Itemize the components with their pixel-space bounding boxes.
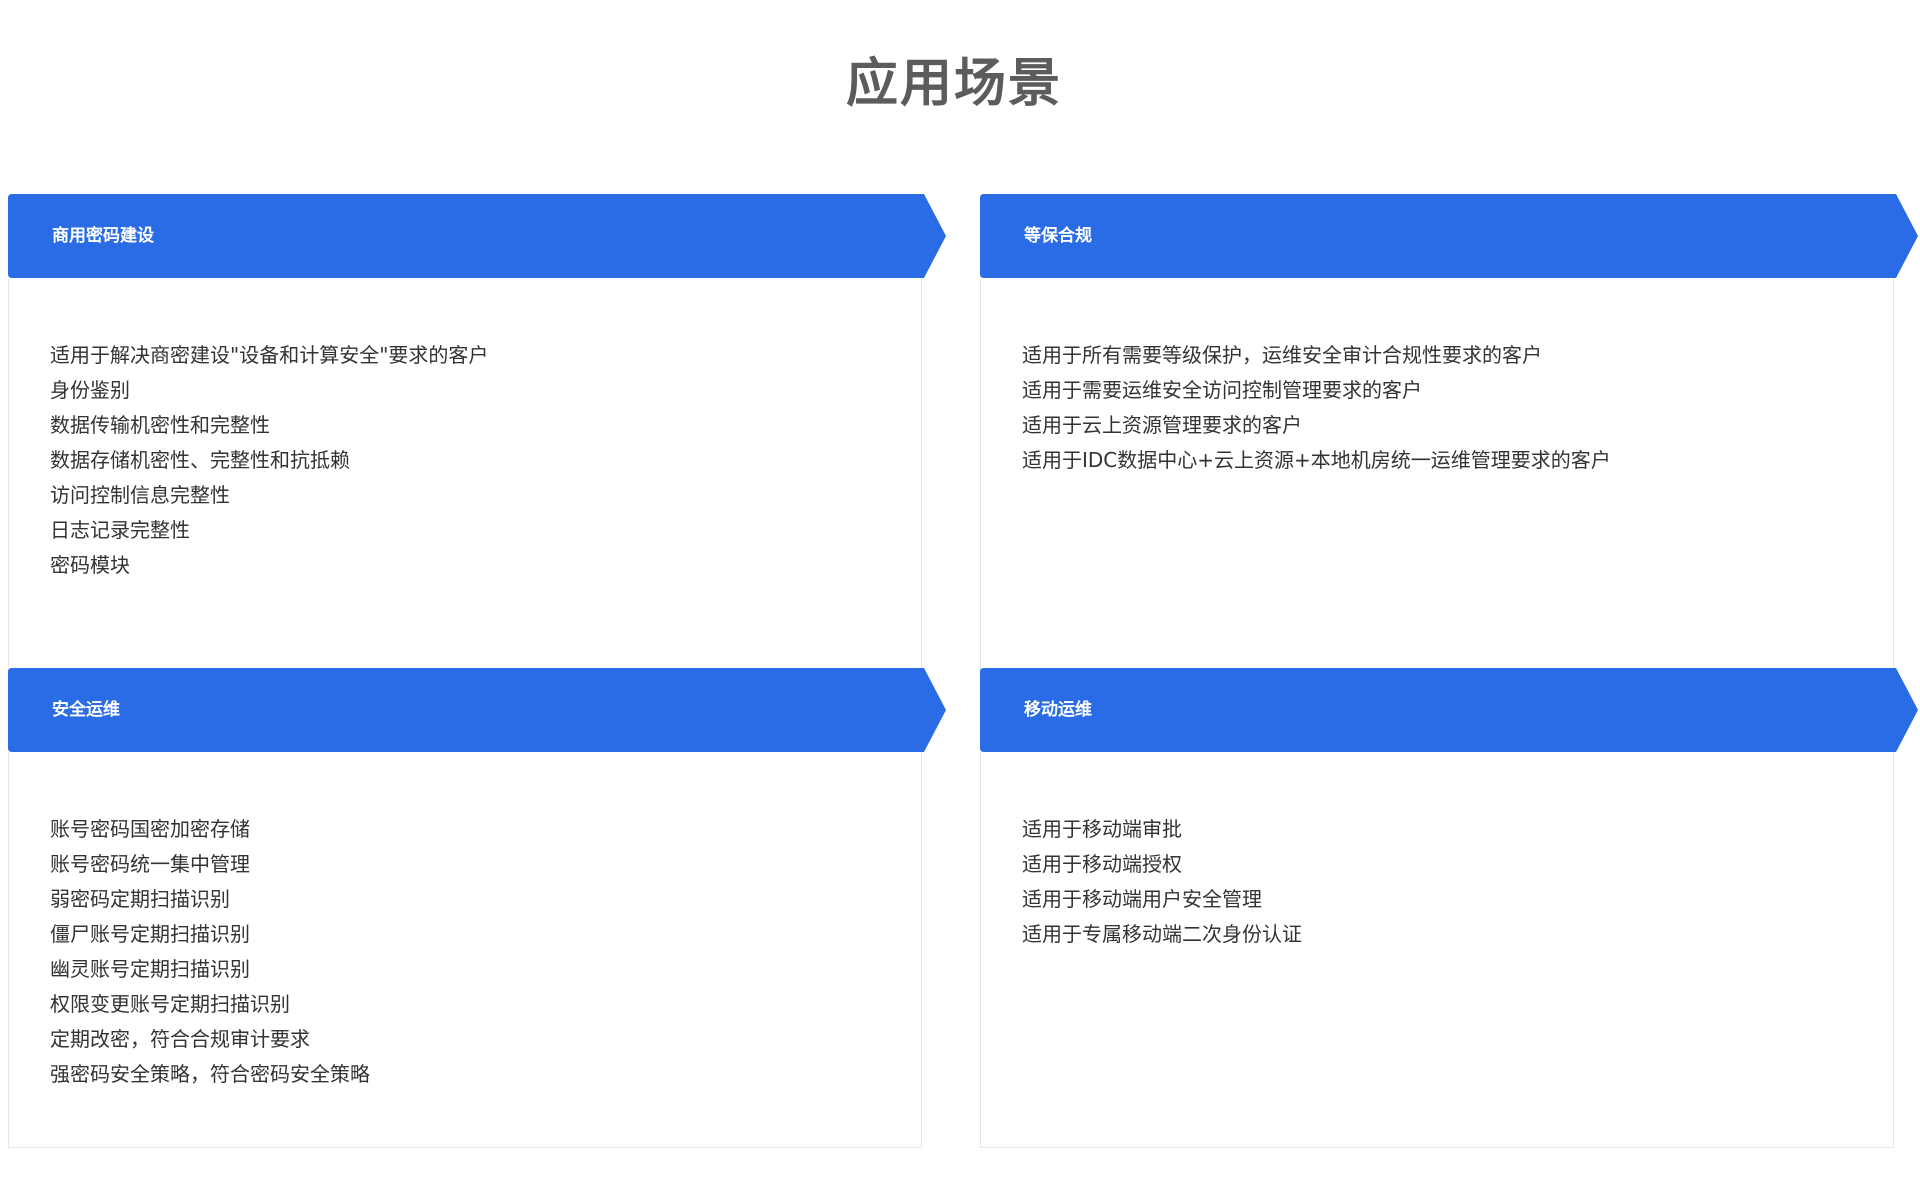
application-scenarios-section: 应用场景 商用密码建设 适用于解决商密建设"设备和计算安全"要求的客户 身份鉴别… xyxy=(0,0,1920,1200)
list-item: 数据存储机密性、完整性和抗抵赖 xyxy=(50,448,350,472)
list-item: 适用于移动端授权 xyxy=(1022,852,1182,876)
card-header: 移动运维 xyxy=(980,668,1918,752)
list-item: 适用于解决商密建设"设备和计算安全"要求的客户 xyxy=(50,343,489,367)
scenario-card-compliance: 等保合规 适用于所有需要等级保护，运维安全审计合规性要求的客户 适用于需要运维安… xyxy=(980,194,1918,724)
list-item: 适用于移动端审批 xyxy=(1022,817,1182,841)
scenario-card-mobile-ops: 移动运维 适用于移动端审批 适用于移动端授权 适用于移动端用户安全管理 适用于专… xyxy=(980,668,1918,1148)
list-item: 适用于专属移动端二次身份认证 xyxy=(1022,922,1302,946)
list-item: 适用于云上资源管理要求的客户 xyxy=(1022,413,1302,437)
list-item: 适用于需要运维安全访问控制管理要求的客户 xyxy=(1022,378,1422,402)
card-body: 账号密码国密加密存储 账号密码统一集中管理 弱密码定期扫描识别 僵尸账号定期扫描… xyxy=(8,752,922,1148)
header-arrow-banner xyxy=(980,668,1918,752)
list-item: 僵尸账号定期扫描识别 xyxy=(50,922,250,946)
card-body: 适用于所有需要等级保护，运维安全审计合规性要求的客户 适用于需要运维安全访问控制… xyxy=(980,278,1894,724)
card-body: 适用于解决商密建设"设备和计算安全"要求的客户 身份鉴别 数据传输机密性和完整性… xyxy=(8,278,922,724)
scenario-list: 适用于所有需要等级保护，运维安全审计合规性要求的客户 适用于需要运维安全访问控制… xyxy=(1022,338,1893,478)
list-item: 强密码安全策略，符合密码安全策略 xyxy=(50,1062,370,1086)
card-body: 适用于移动端审批 适用于移动端授权 适用于移动端用户安全管理 适用于专属移动端二… xyxy=(980,752,1894,1148)
list-item: 身份鉴别 xyxy=(50,378,130,402)
scenario-list: 适用于移动端审批 适用于移动端授权 适用于移动端用户安全管理 适用于专属移动端二… xyxy=(1022,812,1893,952)
list-item: 密码模块 xyxy=(50,553,130,577)
header-arrow-banner xyxy=(8,668,946,752)
scenario-list: 账号密码国密加密存储 账号密码统一集中管理 弱密码定期扫描识别 僵尸账号定期扫描… xyxy=(50,812,921,1092)
list-item: 适用于IDC数据中心+云上资源+本地机房统一运维管理要求的客户 xyxy=(1022,448,1611,472)
scenario-card-security-ops: 安全运维 账号密码国密加密存储 账号密码统一集中管理 弱密码定期扫描识别 僵尸账… xyxy=(8,668,946,1148)
scenario-list: 适用于解决商密建设"设备和计算安全"要求的客户 身份鉴别 数据传输机密性和完整性… xyxy=(50,338,921,583)
card-title: 安全运维 xyxy=(52,700,120,720)
list-item: 弱密码定期扫描识别 xyxy=(50,887,230,911)
list-item: 适用于移动端用户安全管理 xyxy=(1022,887,1262,911)
list-item: 访问控制信息完整性 xyxy=(50,483,230,507)
card-title: 等保合规 xyxy=(1024,226,1092,246)
list-item: 适用于所有需要等级保护，运维安全审计合规性要求的客户 xyxy=(1022,343,1542,367)
page-title: 应用场景 xyxy=(845,54,1062,114)
list-item: 日志记录完整性 xyxy=(50,518,190,542)
card-title: 商用密码建设 xyxy=(52,226,154,246)
scenario-card-commercial-crypto: 商用密码建设 适用于解决商密建设"设备和计算安全"要求的客户 身份鉴别 数据传输… xyxy=(8,194,946,724)
list-item: 幽灵账号定期扫描识别 xyxy=(50,957,250,981)
list-item: 数据传输机密性和完整性 xyxy=(50,413,270,437)
list-item: 账号密码国密加密存储 xyxy=(50,817,250,841)
list-item: 权限变更账号定期扫描识别 xyxy=(50,992,290,1016)
card-header: 商用密码建设 xyxy=(8,194,946,278)
list-item: 定期改密，符合合规审计要求 xyxy=(50,1027,310,1051)
card-header: 等保合规 xyxy=(980,194,1918,278)
list-item: 账号密码统一集中管理 xyxy=(50,852,250,876)
card-header: 安全运维 xyxy=(8,668,946,752)
card-title: 移动运维 xyxy=(1024,700,1092,720)
header-arrow-banner xyxy=(980,194,1918,278)
